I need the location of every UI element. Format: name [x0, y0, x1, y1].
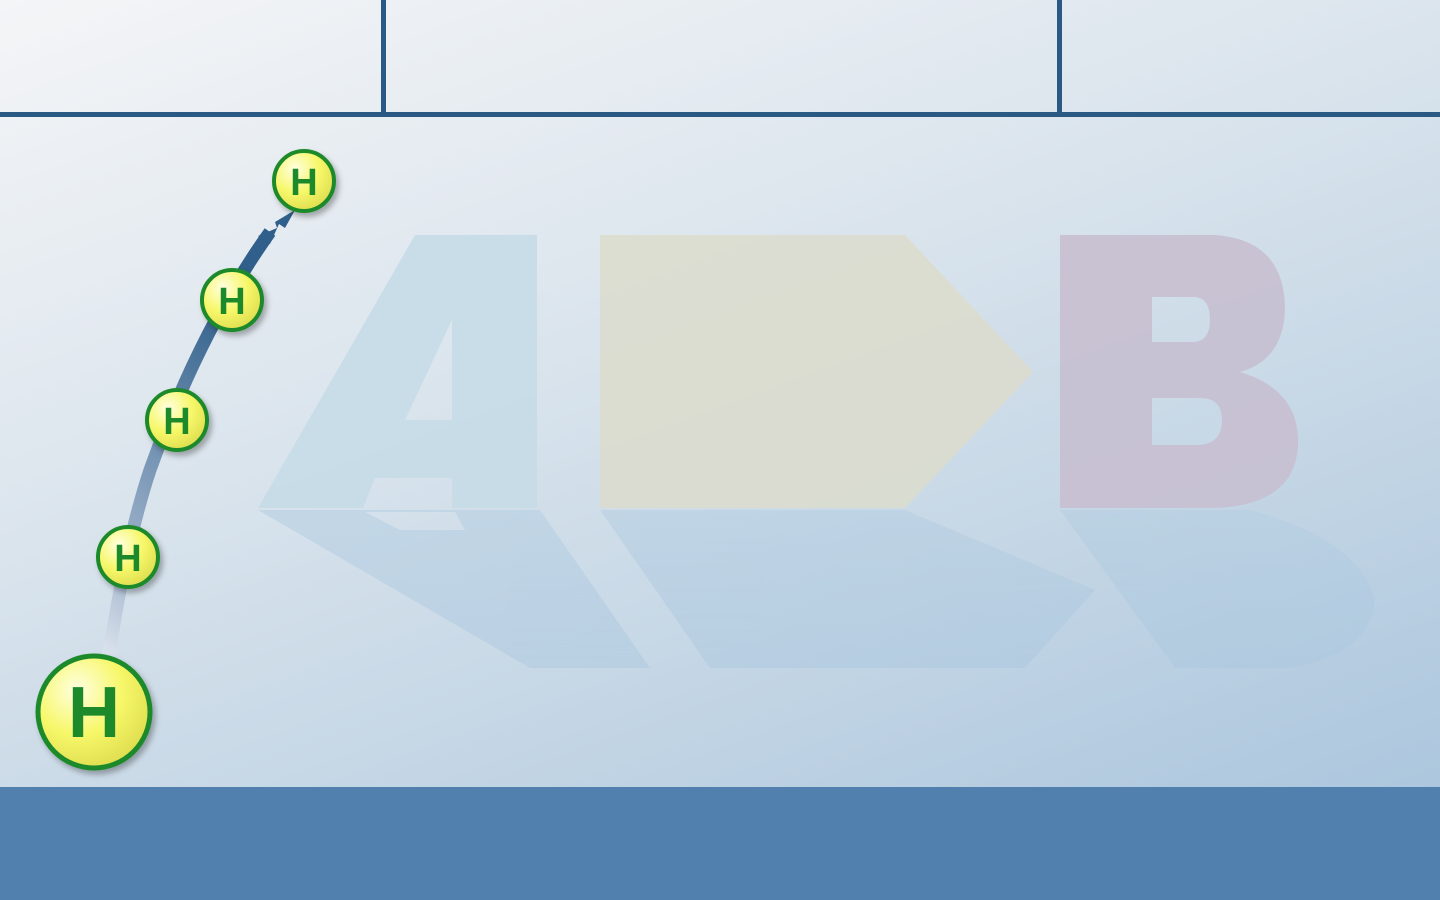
hydrogen-atom-large-label: H: [68, 673, 120, 753]
hydrogen-atom-3: H: [145, 388, 209, 452]
hydrogen-atom-4: H: [200, 268, 264, 332]
hydrogen-atom-3-label: H: [163, 401, 190, 443]
reaction-arrowhead: [258, 210, 295, 244]
hydrogen-atom-2: H: [96, 525, 160, 589]
hydrogen-atom-2-label: H: [114, 538, 141, 580]
hydrogen-chain-diagram: H H H H H: [35, 149, 336, 771]
hydrogen-atom-4-label: H: [218, 281, 245, 323]
footer-bar: [0, 787, 1440, 900]
slide-canvas: A B H H H H H: [0, 0, 1440, 900]
hydrogen-atom-5-label: H: [290, 162, 317, 204]
hydrogen-atom-5: H: [272, 149, 336, 213]
hydrogen-atom-large: H: [35, 653, 153, 771]
